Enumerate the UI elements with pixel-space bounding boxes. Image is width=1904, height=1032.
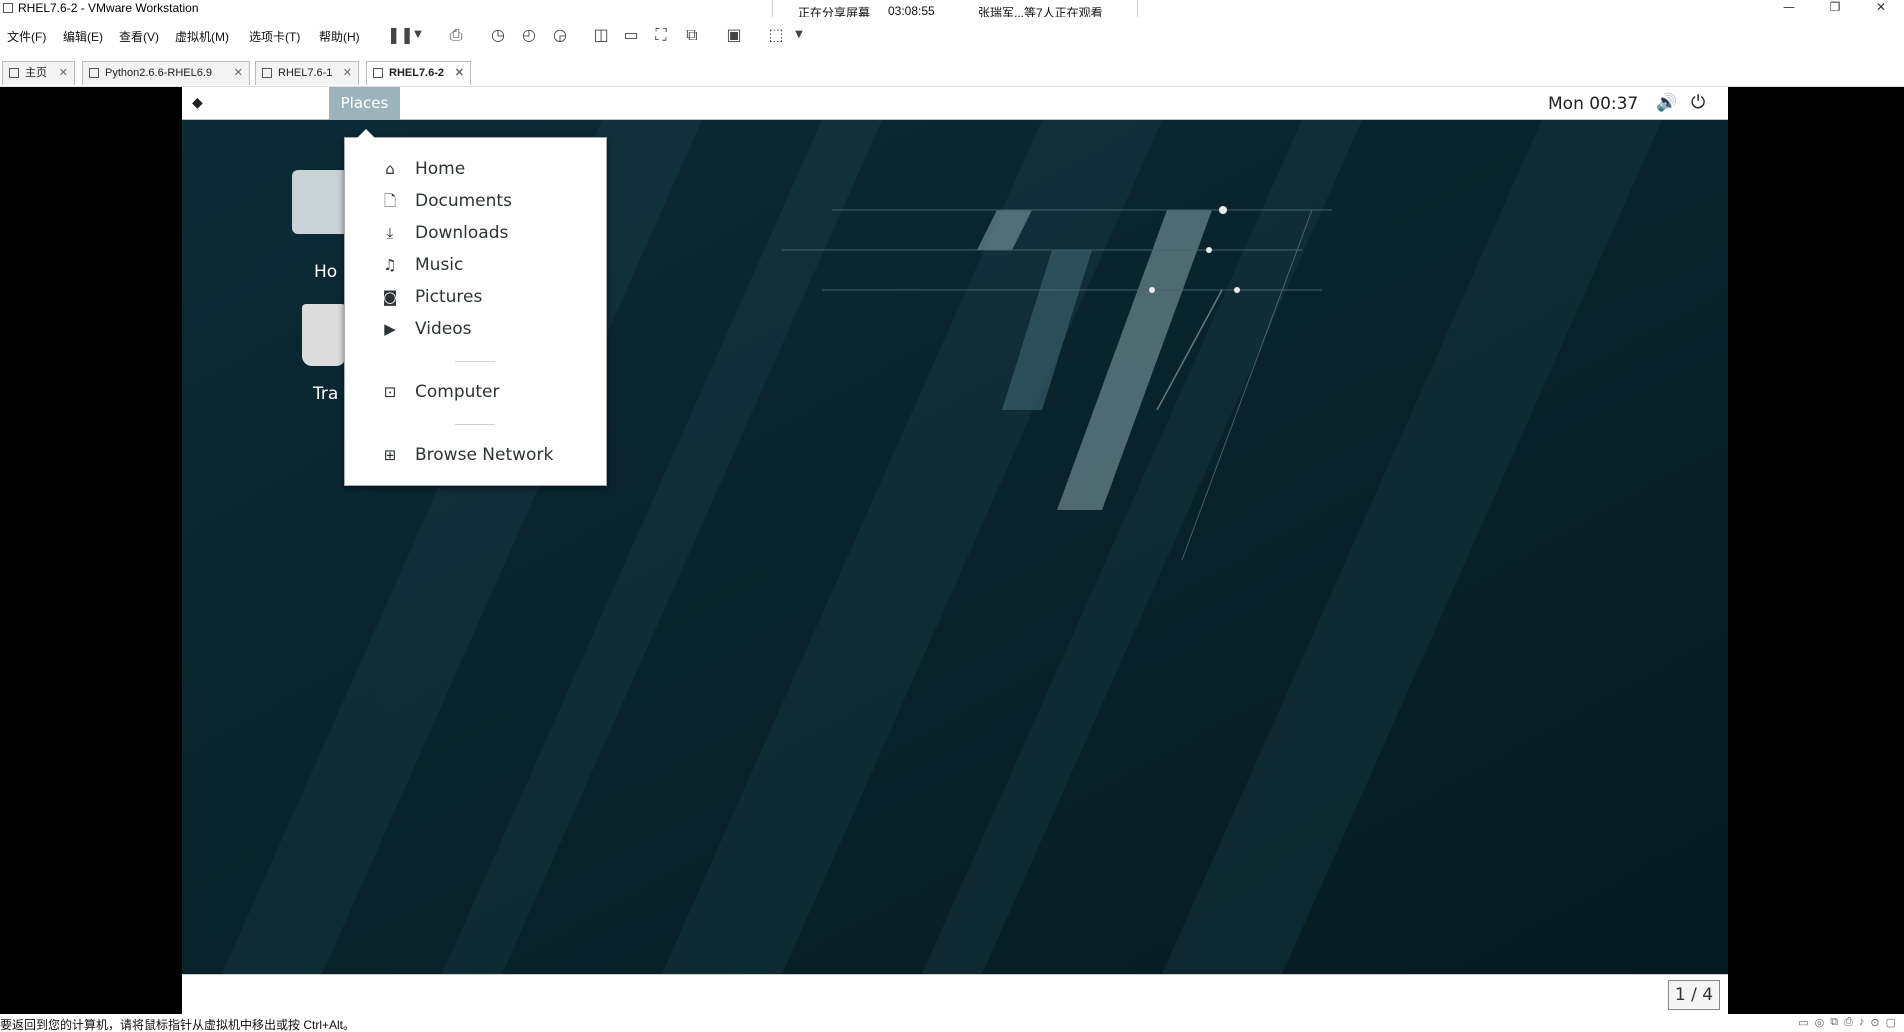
console-icon[interactable]: ▣ — [724, 25, 744, 45]
tab-rhel76-1[interactable]: RHEL7.6-1 ✕ — [255, 61, 359, 85]
menu-help[interactable]: 帮助(H) — [319, 28, 360, 45]
clock[interactable]: Mon 00:37 — [1548, 94, 1638, 114]
vm-tab-icon — [262, 68, 272, 78]
restore-button[interactable]: ❐ — [1812, 0, 1858, 17]
pause-icon[interactable]: ❚❚ — [387, 25, 414, 45]
send-keys-icon[interactable]: ⎙ — [446, 25, 466, 45]
stretch-dropdown-icon[interactable]: ▼ — [789, 25, 809, 45]
computer-icon: ⊡ — [383, 383, 397, 401]
places-item-videos[interactable]: ▶ Videos — [345, 314, 606, 344]
cd-rom-icon[interactable]: ◎ — [1815, 1016, 1825, 1029]
sound-icon[interactable]: ♪ — [1859, 1016, 1865, 1029]
vm-tab-icon — [373, 68, 383, 78]
network-adapter-icon[interactable]: ⧉ — [1830, 1016, 1838, 1029]
menu-tabs[interactable]: 选项卡(T) — [249, 28, 300, 45]
menu-file[interactable]: 文件(F) — [7, 28, 46, 45]
desktop-trash-label: Tra — [313, 384, 339, 404]
minimize-button[interactable]: — — [1766, 0, 1812, 17]
fullscreen-icon[interactable]: ⛶ — [651, 25, 671, 45]
places-item-music[interactable]: ♫ Music — [345, 250, 606, 280]
vm-screen[interactable]: ◆ Places Mon 00:37 🔊 ⏻ Ho Tra ⌂ Home 🗋 D… — [182, 87, 1728, 974]
menu-separator — [455, 424, 495, 425]
vm-tab-icon — [89, 68, 99, 78]
places-dropdown: ⌂ Home 🗋 Documents ⤓ Downloads ♫ Music ◙… — [344, 129, 607, 486]
places-menu-button[interactable]: Places — [329, 87, 400, 120]
workspace-indicator[interactable]: 1 / 4 — [1668, 980, 1720, 1010]
close-icon[interactable]: ✕ — [234, 62, 243, 84]
hard-disk-icon[interactable]: ▭ — [1798, 1016, 1808, 1029]
power-icon[interactable]: ⏻ — [1691, 92, 1713, 114]
tab-label: Python2.6.6-RHEL6.9 — [105, 67, 213, 79]
network-icon: ⊞ — [383, 446, 397, 464]
tabbar: 主页 ✕ Python2.6.6-RHEL6.9 ✕ RHEL7.6-1 ✕ R… — [0, 54, 1904, 87]
tab-label: RHEL7.6-1 — [278, 67, 333, 79]
tab-label: RHEL7.6-2 — [389, 67, 445, 79]
tab-python-rhel69[interactable]: Python2.6.6-RHEL6.9 ✕ — [82, 61, 250, 85]
tab-rhel76-2[interactable]: RHEL7.6-2 ✕ — [366, 61, 471, 85]
video-icon: ▶ — [384, 320, 396, 338]
places-item-computer[interactable]: ⊡ Computer — [345, 377, 606, 407]
download-icon: ⤓ — [386, 224, 394, 242]
menubar: 文件(F) 编辑(E) 查看(V) 虚拟机(M) 选项卡(T) 帮助(H) ❚❚… — [0, 17, 1904, 54]
revert-snapshot-icon[interactable]: ◴ — [519, 25, 539, 45]
printer-icon[interactable]: ⎙ — [1844, 1016, 1853, 1029]
gnome-topbar: ◆ Places Mon 00:37 🔊 ⏻ — [182, 87, 1728, 120]
places-item-documents[interactable]: 🗋 Documents — [345, 186, 606, 216]
window-title: RHEL7.6-2 - VMware Workstation — [18, 1, 199, 15]
device-status-icons: ▭ ◎ ⧉ ⎙ ♪ ⊙ ▢ — [1798, 1016, 1896, 1029]
home-icon: ⌂ — [385, 160, 395, 178]
vmware-app-icon — [3, 3, 13, 13]
home-tab-icon — [9, 68, 19, 78]
close-icon[interactable]: ✕ — [343, 62, 352, 84]
unity-icon[interactable]: ⧉ — [682, 25, 702, 45]
places-item-downloads[interactable]: ⤓ Downloads — [345, 218, 606, 248]
menu-edit[interactable]: 编辑(E) — [63, 28, 103, 45]
stretch-icon[interactable]: ⬚ — [766, 25, 786, 45]
close-window-button[interactable]: ✕ — [1858, 0, 1904, 17]
window-controls: — ❐ ✕ — [1766, 0, 1904, 17]
thumbnail-icon[interactable]: ▭ — [621, 25, 641, 45]
snapshot-icon[interactable]: ◷ — [488, 25, 508, 45]
snapshot-manager-icon[interactable]: ◶ — [550, 25, 570, 45]
message-icon[interactable]: ▢ — [1886, 1016, 1896, 1029]
chevron-down-icon[interactable]: ▼ — [408, 25, 428, 45]
tab-home[interactable]: 主页 ✕ — [2, 61, 75, 85]
status-message: 要返回到您的计算机，请将鼠标指针从虚拟机中移出或按 Ctrl+Alt。 — [0, 1018, 356, 1032]
menu-separator — [455, 361, 495, 362]
tab-label: 主页 — [25, 67, 47, 79]
document-icon: 🗋 — [383, 192, 397, 210]
gnome-bottombar: 1 / 4 — [182, 974, 1728, 1014]
activities-icon[interactable]: ◆ — [192, 95, 210, 111]
sidebar-icon[interactable]: ◫ — [591, 25, 611, 45]
menu-vm[interactable]: 虚拟机(M) — [175, 28, 229, 45]
close-icon[interactable]: ✕ — [59, 62, 68, 84]
trash-icon — [302, 304, 346, 366]
music-icon: ♫ — [383, 256, 397, 274]
usb-icon[interactable]: ⊙ — [1870, 1016, 1879, 1029]
share-time: 03:08:55 — [888, 4, 935, 18]
places-item-pictures[interactable]: ◙ Pictures — [345, 282, 606, 312]
desktop-home-label: Ho — [314, 262, 338, 282]
places-item-home[interactable]: ⌂ Home — [345, 154, 606, 184]
places-item-browse-network[interactable]: ⊞ Browse Network — [345, 440, 606, 470]
close-icon[interactable]: ✕ — [455, 62, 464, 84]
volume-icon[interactable]: 🔊 — [1656, 92, 1678, 114]
camera-icon: ◙ — [382, 288, 398, 306]
statusbar: 要返回到您的计算机，请将鼠标指针从虚拟机中移出或按 Ctrl+Alt。 ▭ ◎ … — [0, 1014, 1904, 1032]
menu-view[interactable]: 查看(V) — [119, 28, 159, 45]
